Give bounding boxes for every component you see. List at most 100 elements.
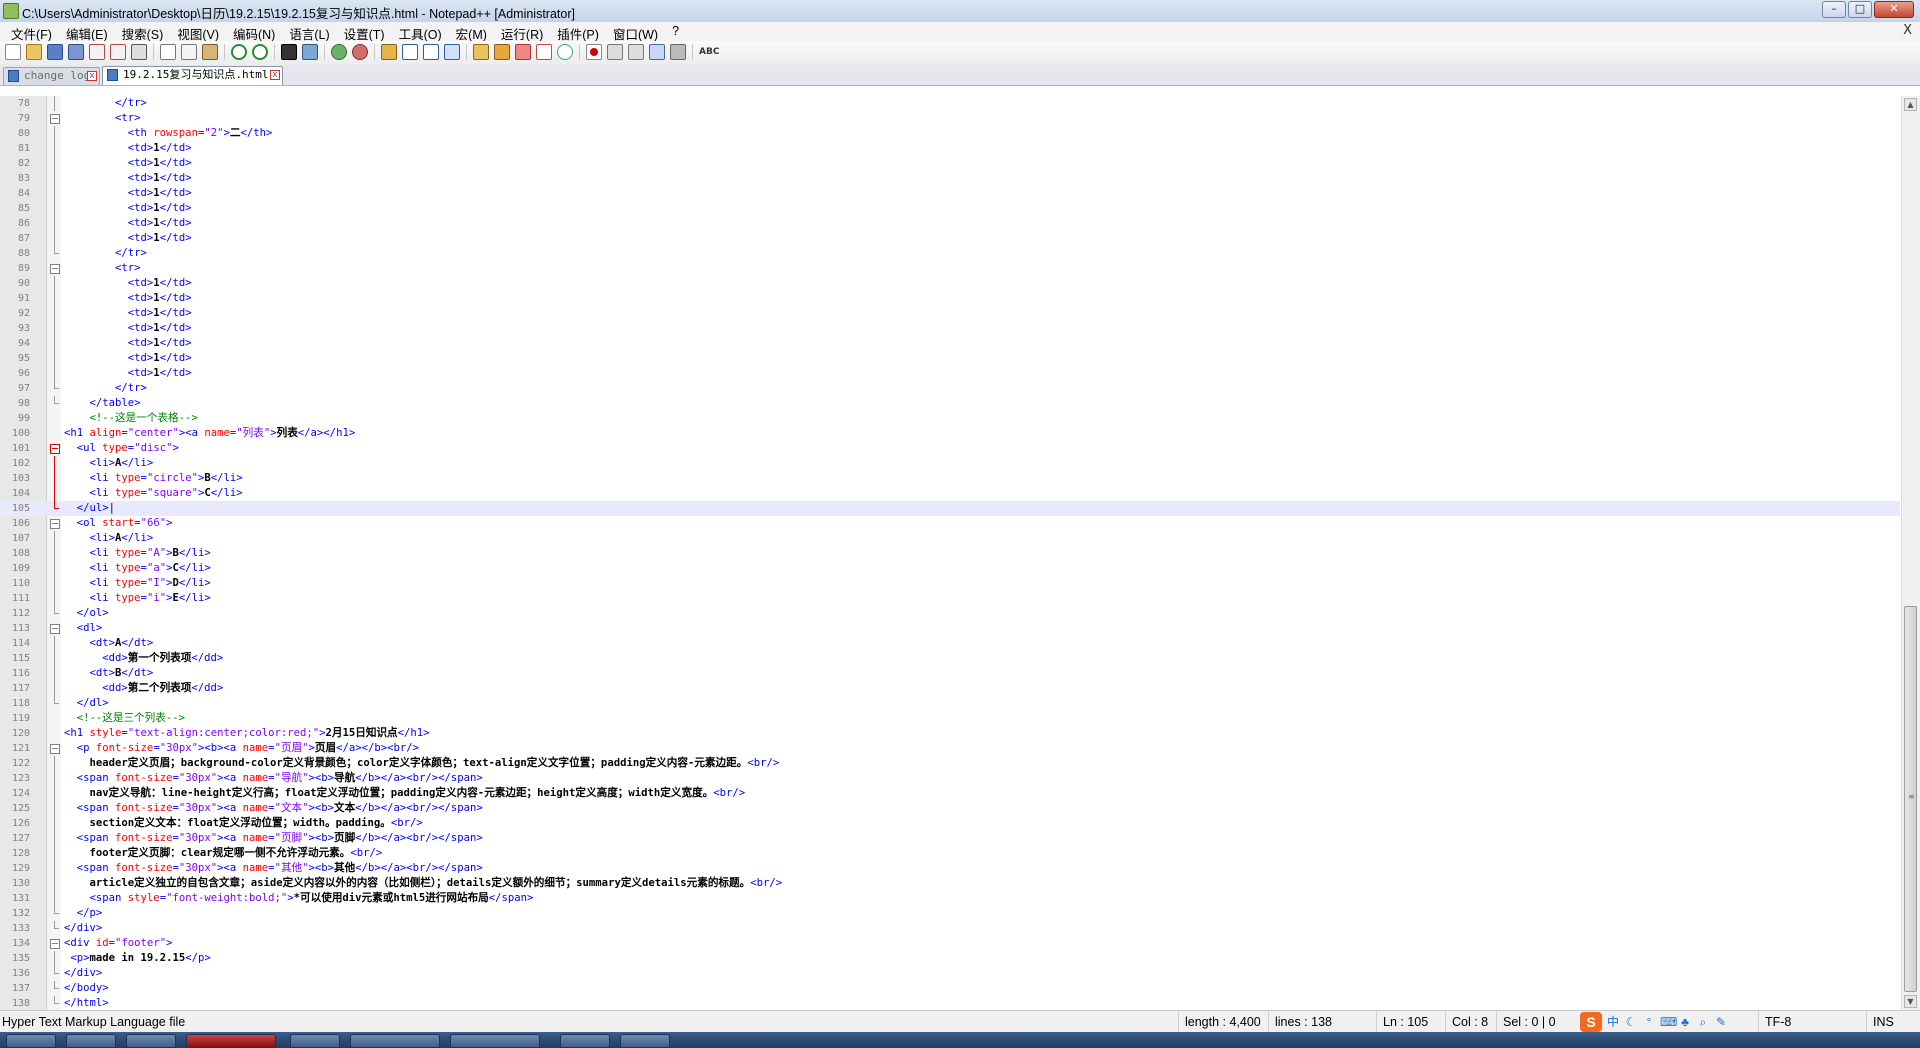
code-line[interactable]: 124 nav定义导航：line-height定义行高；float定义浮动位置；… bbox=[0, 786, 1900, 801]
new-file-icon[interactable] bbox=[5, 44, 21, 60]
spell-check-icon[interactable]: ABC bbox=[699, 44, 719, 60]
code-line[interactable]: 93 <td>1</td> bbox=[0, 321, 1900, 336]
taskbar-app[interactable] bbox=[186, 1034, 276, 1048]
fold-toggle-icon[interactable] bbox=[49, 621, 60, 636]
user-lang-icon[interactable] bbox=[473, 44, 489, 60]
code-line[interactable]: 113 <dl> bbox=[0, 621, 1900, 636]
code-line[interactable]: 128 footer定义页脚：clear规定哪一侧不允许浮动元素。<br/> bbox=[0, 846, 1900, 861]
code-line[interactable]: 99 <!--这是一个表格--> bbox=[0, 411, 1900, 426]
code-line[interactable]: 96 <td>1</td> bbox=[0, 366, 1900, 381]
folder-workspace-icon[interactable] bbox=[536, 44, 552, 60]
save-all-icon[interactable] bbox=[68, 44, 84, 60]
macro-stop-icon[interactable] bbox=[607, 44, 623, 60]
code-line[interactable]: 129 <span font-size="30px"><a name="其他">… bbox=[0, 861, 1900, 876]
fold-toggle-icon[interactable] bbox=[49, 111, 60, 126]
fold-toggle-icon[interactable] bbox=[49, 516, 60, 531]
macro-record-icon[interactable] bbox=[586, 44, 602, 60]
sogou-ime-icon[interactable]: S bbox=[1580, 1012, 1602, 1032]
code-line[interactable]: 109 <li type="a">C</li> bbox=[0, 561, 1900, 576]
fold-toggle-icon[interactable] bbox=[49, 741, 60, 756]
code-line[interactable]: 133 </div> bbox=[0, 921, 1900, 936]
close-document-icon[interactable]: X bbox=[1903, 23, 1912, 38]
code-line[interactable]: 118 </dl> bbox=[0, 696, 1900, 711]
code-line[interactable]: 138 </html> bbox=[0, 996, 1900, 1010]
status-insert-mode[interactable]: INS bbox=[1866, 1011, 1920, 1033]
moon-icon[interactable]: ☾ bbox=[1624, 1015, 1638, 1029]
start-button[interactable] bbox=[6, 1034, 56, 1048]
code-line[interactable]: 135 <p>made in 19.2.15</p> bbox=[0, 951, 1900, 966]
close-button[interactable]: ✕ bbox=[1874, 1, 1914, 18]
code-line[interactable]: 116 <dt>B</dt> bbox=[0, 666, 1900, 681]
status-encoding[interactable]: TF-8 bbox=[1758, 1011, 1866, 1033]
taskbar-app[interactable] bbox=[66, 1034, 116, 1048]
code-line[interactable]: 123 <span font-size="30px"><a name="导航">… bbox=[0, 771, 1900, 786]
code-line[interactable]: 80 <th rowspan="2">二</th> bbox=[0, 126, 1900, 141]
code-line[interactable]: 137 </body> bbox=[0, 981, 1900, 996]
code-line[interactable]: 86 <td>1</td> bbox=[0, 216, 1900, 231]
scroll-up-icon[interactable]: ▲ bbox=[1904, 98, 1917, 111]
taskbar-app[interactable] bbox=[126, 1034, 176, 1048]
code-line[interactable]: 88 </tr> bbox=[0, 246, 1900, 261]
code-line[interactable]: 111 <li type="i">E</li> bbox=[0, 591, 1900, 606]
function-list-icon[interactable] bbox=[515, 44, 531, 60]
fold-toggle-icon[interactable] bbox=[49, 261, 60, 276]
code-line[interactable]: 94 <td>1</td> bbox=[0, 336, 1900, 351]
code-line[interactable]: 79 <tr> bbox=[0, 111, 1900, 126]
redo-icon[interactable] bbox=[252, 44, 268, 60]
code-line[interactable]: 121 <p font-size="30px"><b><a name="页眉">… bbox=[0, 741, 1900, 756]
code-line[interactable]: 81 <td>1</td> bbox=[0, 141, 1900, 156]
show-all-chars-icon[interactable] bbox=[423, 44, 439, 60]
macro-save-icon[interactable] bbox=[670, 44, 686, 60]
taskbar-app[interactable] bbox=[620, 1034, 670, 1048]
scroll-down-icon[interactable]: ▼ bbox=[1904, 995, 1917, 1008]
code-line[interactable]: 107 <li>A</li> bbox=[0, 531, 1900, 546]
code-line[interactable]: 97 </tr> bbox=[0, 381, 1900, 396]
code-line[interactable]: 119 <!--这是三个列表--> bbox=[0, 711, 1900, 726]
code-line[interactable]: 114 <dt>A</dt> bbox=[0, 636, 1900, 651]
cut-icon[interactable] bbox=[160, 44, 176, 60]
code-line[interactable]: 132 </p> bbox=[0, 906, 1900, 921]
code-line[interactable]: 89 <tr> bbox=[0, 261, 1900, 276]
code-line[interactable]: 103 <li type="circle">B</li> bbox=[0, 471, 1900, 486]
taskbar-app[interactable] bbox=[560, 1034, 610, 1048]
scrollbar-thumb[interactable]: ≡ bbox=[1904, 606, 1917, 992]
sync-scroll-icon[interactable] bbox=[381, 44, 397, 60]
tab-active-file[interactable]: 19.2.15复习与知识点.html x bbox=[102, 66, 283, 85]
code-line[interactable]: 83 <td>1</td> bbox=[0, 171, 1900, 186]
close-all-icon[interactable] bbox=[110, 44, 126, 60]
indent-guide-icon[interactable] bbox=[444, 44, 460, 60]
skin-icon[interactable]: ♣ bbox=[1678, 1015, 1692, 1029]
code-line[interactable]: 100 <h1 align="center"><a name="列表">列表</a… bbox=[0, 426, 1900, 441]
code-line[interactable]: 126 section定义文本：float定义浮动位置；width。paddin… bbox=[0, 816, 1900, 831]
find-icon[interactable] bbox=[281, 44, 297, 60]
code-line[interactable]: 134 <div id="footer"> bbox=[0, 936, 1900, 951]
code-line[interactable]: 136 </div> bbox=[0, 966, 1900, 981]
code-line[interactable]: 131 <span style="font-weight:bold;">*可以使… bbox=[0, 891, 1900, 906]
replace-icon[interactable] bbox=[302, 44, 318, 60]
maximize-button[interactable]: □ bbox=[1848, 1, 1872, 18]
code-line[interactable]: 106 <ol start="66"> bbox=[0, 516, 1900, 531]
open-file-icon[interactable] bbox=[26, 44, 42, 60]
code-line[interactable]: 110 <li type="I">D</li> bbox=[0, 576, 1900, 591]
undo-icon[interactable] bbox=[231, 44, 247, 60]
macro-play-icon[interactable] bbox=[628, 44, 644, 60]
code-line[interactable]: 98 </table> bbox=[0, 396, 1900, 411]
save-icon[interactable] bbox=[47, 44, 63, 60]
ime-chinese-mode[interactable]: 中 bbox=[1606, 1015, 1620, 1029]
punctuation-icon[interactable]: ° bbox=[1642, 1015, 1656, 1029]
taskbar-app[interactable] bbox=[450, 1034, 540, 1048]
fold-toggle-icon[interactable] bbox=[49, 441, 60, 456]
tab-close-icon[interactable]: x bbox=[270, 70, 280, 80]
code-line[interactable]: 85 <td>1</td> bbox=[0, 201, 1900, 216]
code-line[interactable]: 112 </ol> bbox=[0, 606, 1900, 621]
code-line[interactable]: 78 </tr> bbox=[0, 96, 1900, 111]
code-line[interactable]: 101 <ul type="disc"> bbox=[0, 441, 1900, 456]
word-wrap-icon[interactable] bbox=[402, 44, 418, 60]
keyboard-icon[interactable]: ⌨ bbox=[1660, 1015, 1677, 1029]
code-line[interactable]: 105 </ul>| bbox=[0, 501, 1900, 516]
zoom-in-icon[interactable] bbox=[331, 44, 347, 60]
code-line[interactable]: 102 <li>A</li> bbox=[0, 456, 1900, 471]
zoom-out-icon[interactable] bbox=[352, 44, 368, 60]
code-line[interactable]: 104 <li type="square">C</li> bbox=[0, 486, 1900, 501]
taskbar-app[interactable] bbox=[350, 1034, 440, 1048]
